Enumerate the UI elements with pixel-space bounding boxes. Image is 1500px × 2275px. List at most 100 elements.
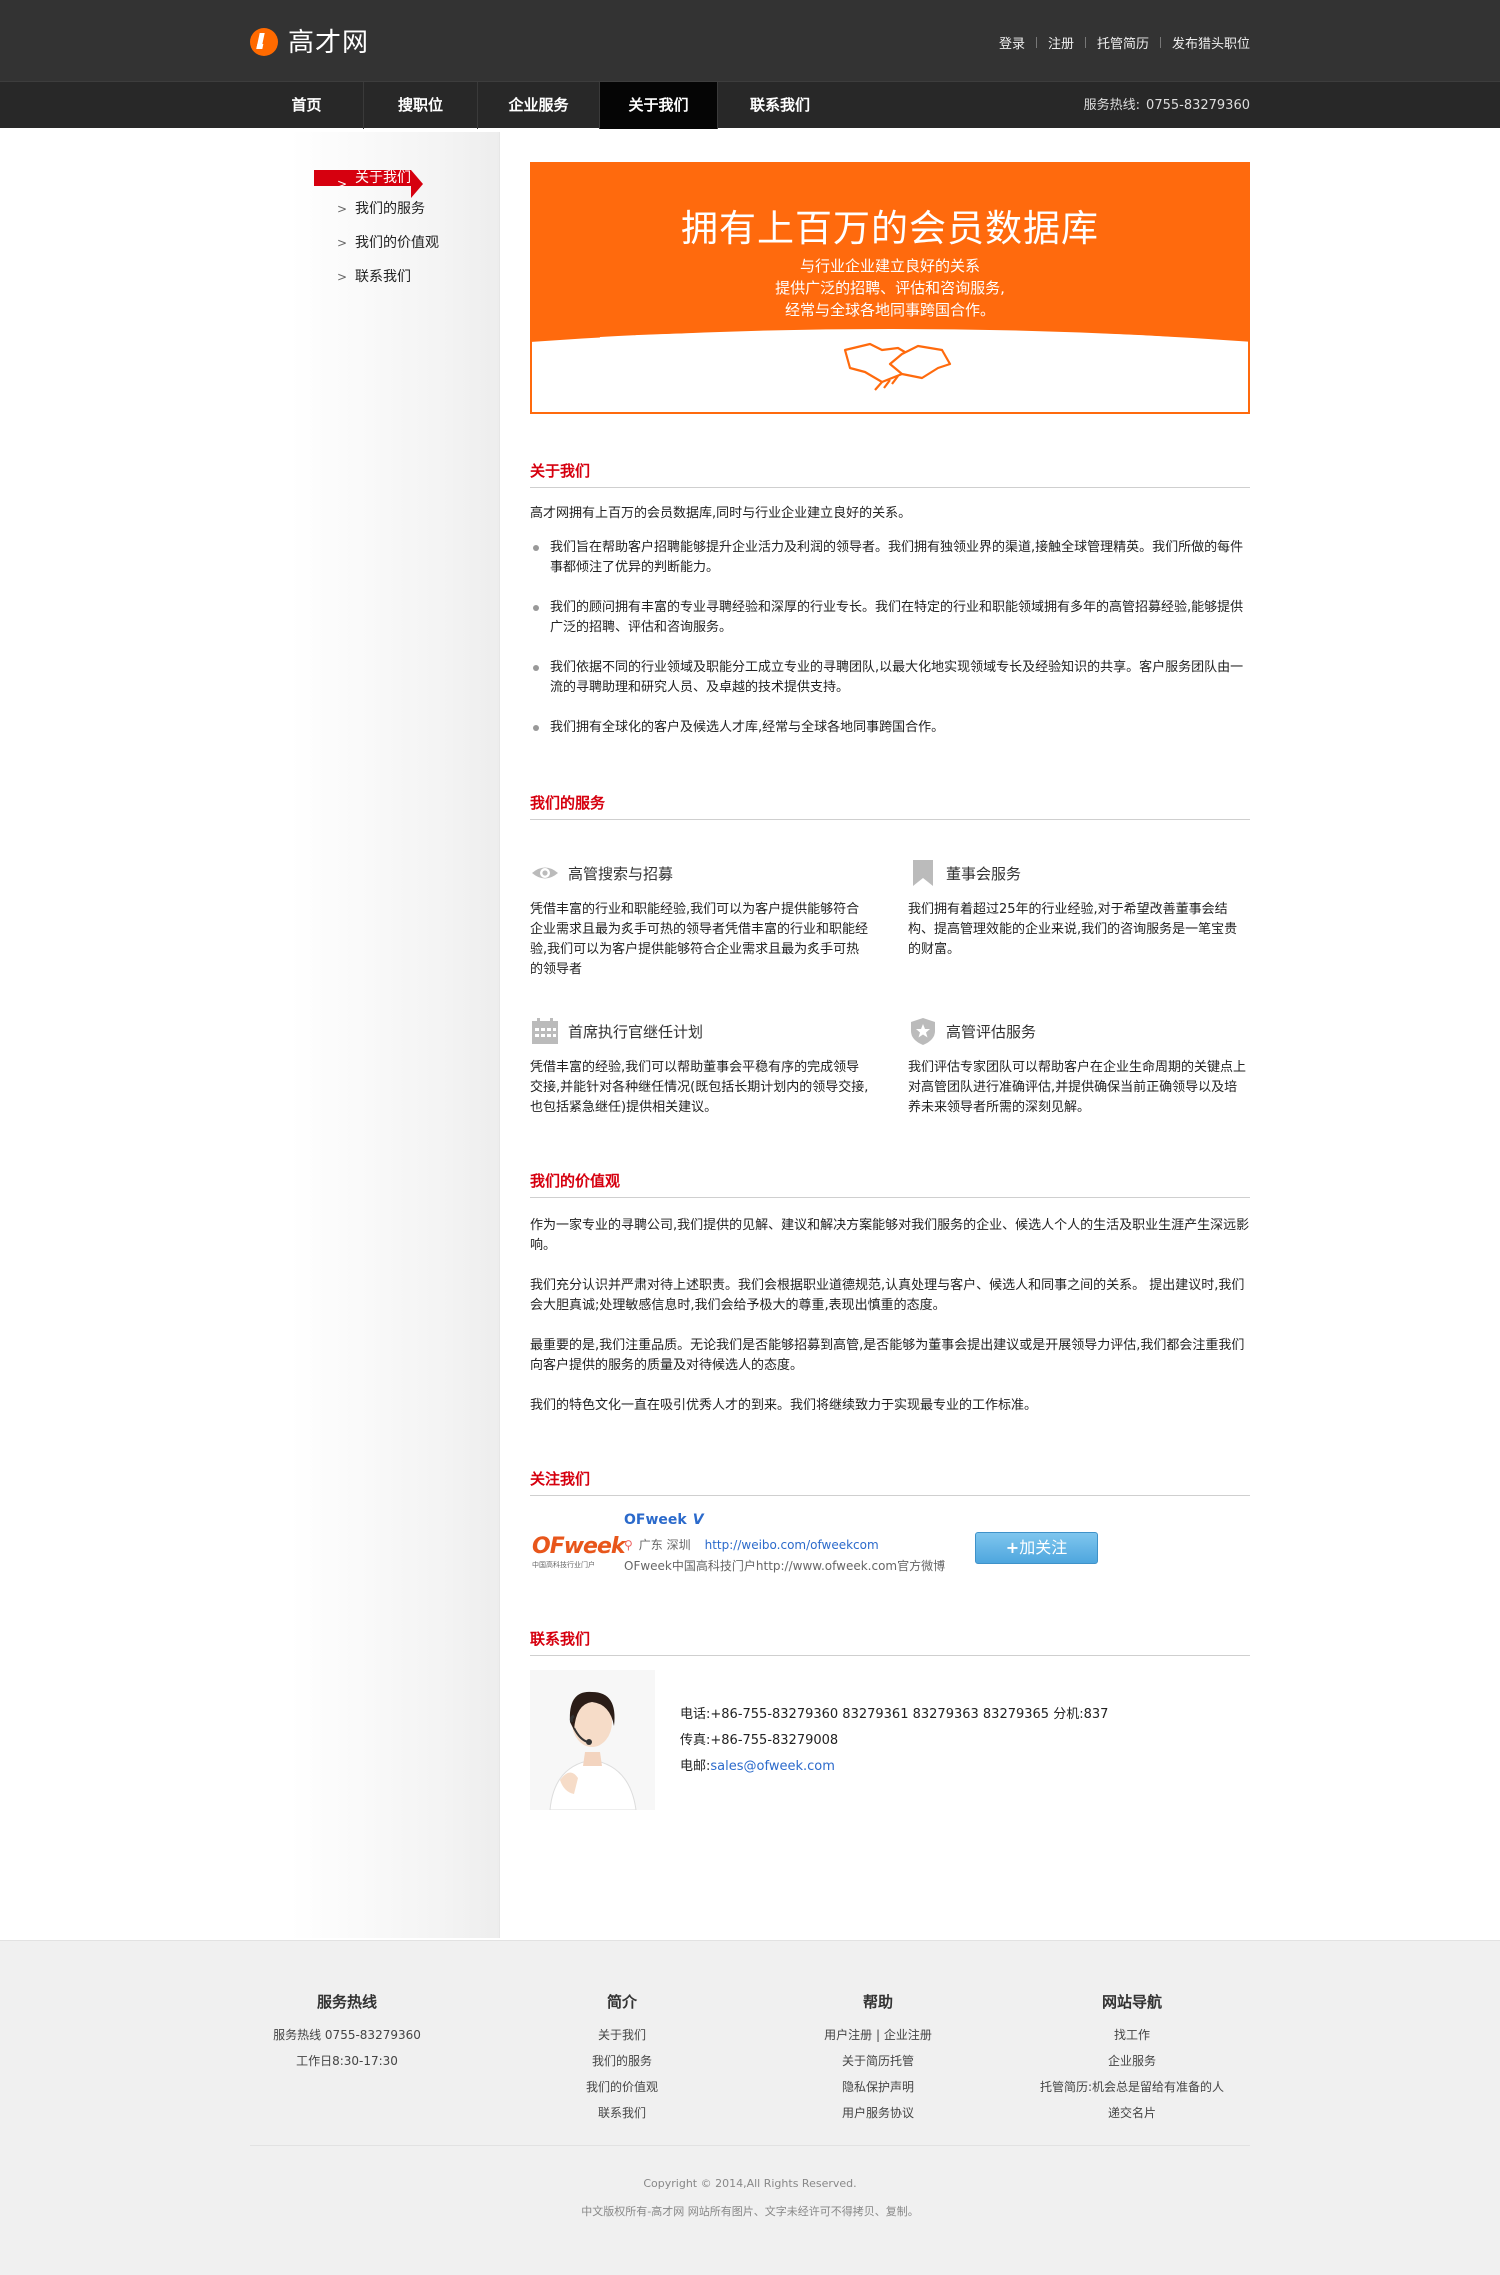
post-job-link[interactable]: 发布猎头职位 xyxy=(1172,33,1250,52)
weibo-url-link[interactable]: http://weibo.com/ofweekcom xyxy=(705,1538,879,1552)
sidebar-item-label: 关于我们 xyxy=(355,170,411,186)
site-logo[interactable]: 高才网 xyxy=(250,22,369,59)
footer-link[interactable]: 用户服务协议 xyxy=(842,2106,914,2120)
values-paragraph: 我们充分认识并严肃对待上述职责。我们会根据职业道德规范,认真处理与客户、候选人和… xyxy=(530,1278,1245,1313)
list-item: 我们拥有全球化的客户及候选人才库,经常与全球各地同事跨国合作。 xyxy=(530,718,1250,738)
footer-column-help: 帮助 用户注册 | 企业注册 关于简历托管 隐私保护声明 用户服务协议 xyxy=(768,1991,988,2126)
nav-about[interactable]: 关于我们 xyxy=(600,82,718,129)
copyright-notice: 中文版权所有-高才网 网站所有图片、文字未经许可不得拷贝、复制。 xyxy=(581,2205,919,2218)
service-card: 高管搜索与招募 凭借丰富的行业和职能经验,我们可以为客户提供能够符合企业需求且最… xyxy=(530,858,870,980)
service-name: 高管搜索与招募 xyxy=(568,864,674,883)
sidebar-item-services[interactable]: > 我们的服务 xyxy=(314,192,506,226)
customer-service-photo xyxy=(530,1670,655,1810)
divider xyxy=(1084,37,1086,48)
location-pin-icon: ⚲ xyxy=(624,1538,633,1552)
section-title-contact: 联系我们 xyxy=(530,1628,1250,1656)
shield-star-icon xyxy=(911,1018,935,1045)
footer-link[interactable]: 用户注册 | 企业注册 xyxy=(824,2028,932,2042)
service-text: 凭借丰富的行业和职能经验,我们可以为客户提供能够符合企业需求且最为炙手可热的领导… xyxy=(530,902,869,977)
top-links: 登录 注册 托管简历 发布猎头职位 xyxy=(999,33,1250,52)
calendar-icon xyxy=(532,1018,558,1044)
footer-link[interactable]: 我们的价值观 xyxy=(586,2080,658,2094)
section-title-services: 我们的服务 xyxy=(530,792,1250,820)
service-text: 我们评估专家团队可以帮助客户在企业生命周期的关键点上对高管团队进行准确评估,并提… xyxy=(908,1060,1247,1115)
service-card: 高管评估服务 我们评估专家团队可以帮助客户在企业生命周期的关键点上对高管团队进行… xyxy=(908,1016,1248,1118)
service-text: 我们拥有着超过25年的行业经验,对于希望改善董事会结构、提高管理效能的企业来说,… xyxy=(908,902,1238,957)
hotline-label: 服务热线: xyxy=(1083,98,1141,113)
footer-column-sitemap: 网站导航 找工作 企业服务 托管简历:机会总是留给有准备的人 递交名片 xyxy=(1022,1991,1242,2126)
footer-link[interactable]: 关于我们 xyxy=(598,2028,646,2042)
verified-icon: V xyxy=(692,1512,704,1528)
login-link[interactable]: 登录 xyxy=(999,33,1025,52)
sidebar-item-label: 联系我们 xyxy=(355,269,411,285)
service-name: 首席执行官继任计划 xyxy=(568,1022,704,1041)
top-header: 高才网 登录 注册 托管简历 发布猎头职位 xyxy=(0,0,1500,81)
list-item: 我们旨在帮助客户招聘能够提升企业活力及利润的领导者。我们拥有独领业界的渠道,接触… xyxy=(530,538,1250,578)
service-card: 董事会服务 我们拥有着超过25年的行业经验,对于希望改善董事会结构、提高管理效能… xyxy=(908,858,1248,960)
section-title-about: 关于我们 xyxy=(530,460,1250,488)
values-paragraph: 我们的特色文化一直在吸引优秀人才的到来。我们将继续致力于实现最专业的工作标准。 xyxy=(530,1398,1038,1413)
footer-link[interactable]: 托管简历:机会总是留给有准备的人 xyxy=(1040,2080,1224,2094)
footer-text: 服务热线 0755-83279360 xyxy=(273,2028,421,2042)
handshake-illustration xyxy=(532,329,1248,412)
footer-link[interactable]: 隐私保护声明 xyxy=(842,2080,914,2094)
sidebar-item-contact[interactable]: > 联系我们 xyxy=(314,260,506,294)
contact-details: 电话:+86-755-83279360 83279361 83279363 83… xyxy=(680,1702,1108,1780)
footer-column-title: 网站导航 xyxy=(1101,1993,1162,2011)
footer-column-intro: 简介 关于我们 我们的服务 我们的价值观 联系我们 xyxy=(512,1991,732,2126)
footer-link[interactable]: 关于简历托管 xyxy=(842,2054,914,2068)
ofweek-logo: OFweek 中国高科技行业门户 xyxy=(532,1534,626,1569)
list-item: 我们的顾问拥有丰富的专业寻聘经验和深厚的行业专长。我们在特定的行业和职能领域拥有… xyxy=(530,598,1250,638)
service-name: 董事会服务 xyxy=(946,864,1022,883)
service-card: 首席执行官继任计划 凭借丰富的经验,我们可以帮助董事会平稳有序的完成领导交接,并… xyxy=(530,1016,870,1118)
weibo-location: ⚲ 广东 深圳 http://weibo.com/ofweekcom xyxy=(624,1538,879,1552)
register-link[interactable]: 注册 xyxy=(1048,33,1074,52)
copyright: Copyright © 2014,All Rights Reserved. xyxy=(643,2177,857,2190)
banner-line: 与行业企业建立良好的关系 xyxy=(799,257,980,275)
plus-icon: + xyxy=(1005,1538,1020,1557)
footer-link[interactable]: 找工作 xyxy=(1114,2028,1150,2042)
nav-home[interactable]: 首页 xyxy=(250,82,364,129)
contact-phone: 电话:+86-755-83279360 83279361 83279363 83… xyxy=(680,1707,1109,1722)
weibo-account[interactable]: OFweek V xyxy=(624,1512,704,1528)
footer-link[interactable]: 递交名片 xyxy=(1108,2106,1156,2120)
service-name: 高管评估服务 xyxy=(946,1022,1037,1041)
sidebar-item-about[interactable]: > 关于我们 xyxy=(314,170,411,191)
main-nav: 首页 搜职位 企业服务 关于我们 联系我们 服务热线: 0755-83279360 xyxy=(0,81,1500,129)
nav-enterprise[interactable]: 企业服务 xyxy=(478,82,600,129)
sidebar-menu: > 关于我们 > 我们的服务 > 我们的价值观 > 联系我们 xyxy=(314,164,506,294)
contact-fax: 传真:+86-755-83279008 xyxy=(680,1733,839,1748)
weibo-description: OFweek中国高科技门户http://www.ofweek.com官方微博 xyxy=(624,1559,946,1573)
eye-icon xyxy=(532,867,558,879)
sidebar: > 关于我们 > 我们的服务 > 我们的价值观 > 联系我们 xyxy=(250,132,500,1938)
section-title-values: 我们的价值观 xyxy=(530,1170,1250,1198)
banner-title: 拥有上百万的会员数据库 xyxy=(681,207,1099,250)
chevron-right-icon: > xyxy=(337,270,348,284)
sidebar-item-label: 我们的价值观 xyxy=(355,235,439,251)
chevron-right-icon: > xyxy=(337,202,348,216)
weibo-card: OFweek 中国高科技行业门户 OFweek V ⚲ 广东 深圳 http://we… xyxy=(530,1508,1250,1588)
footer-text: 工作日8:30-17:30 xyxy=(296,2054,398,2068)
nav-contact[interactable]: 联系我们 xyxy=(718,82,842,129)
contact-block: 电话:+86-755-83279360 83279361 83279363 83… xyxy=(530,1670,1250,1820)
nav-search-jobs[interactable]: 搜职位 xyxy=(364,82,478,129)
footer-column-hotline: 服务热线 服务热线 0755-83279360 工作日8:30-17:30 xyxy=(237,1991,457,2074)
follow-button[interactable]: +加关注 xyxy=(975,1532,1098,1564)
footer-link[interactable]: 我们的服务 xyxy=(592,2054,652,2068)
banner-line: 经常与全球各地同事跨国合作。 xyxy=(784,301,995,319)
footer-column-title: 简介 xyxy=(606,1993,637,2011)
values-paragraph: 作为一家专业的寻聘公司,我们提供的见解、建议和解决方案能够对我们服务的企业、候选… xyxy=(530,1218,1250,1253)
host-resume-link[interactable]: 托管简历 xyxy=(1097,33,1149,52)
footer-divider xyxy=(250,2145,1250,2146)
about-intro: 高才网拥有上百万的会员数据库,同时与行业企业建立良好的关系。 xyxy=(530,506,912,521)
footer-link[interactable]: 联系我们 xyxy=(598,2106,646,2120)
section-title-follow: 关注我们 xyxy=(530,1468,1250,1496)
footer-link[interactable]: 企业服务 xyxy=(1108,2054,1156,2068)
footer: 服务热线 服务热线 0755-83279360 工作日8:30-17:30 简介… xyxy=(0,1940,1500,2275)
email-link[interactable]: sales@ofweek.com xyxy=(710,1759,834,1774)
sidebar-item-values[interactable]: > 我们的价值观 xyxy=(314,226,506,260)
values-paragraph: 最重要的是,我们注重品质。无论我们是否能够招募到高管,是否能够为董事会提出建议或… xyxy=(530,1338,1245,1373)
divider xyxy=(1035,37,1037,48)
bookmark-icon xyxy=(913,860,933,886)
hero-banner: 拥有上百万的会员数据库 与行业企业建立良好的关系 提供广泛的招聘、评估和咨询服务… xyxy=(530,162,1250,414)
